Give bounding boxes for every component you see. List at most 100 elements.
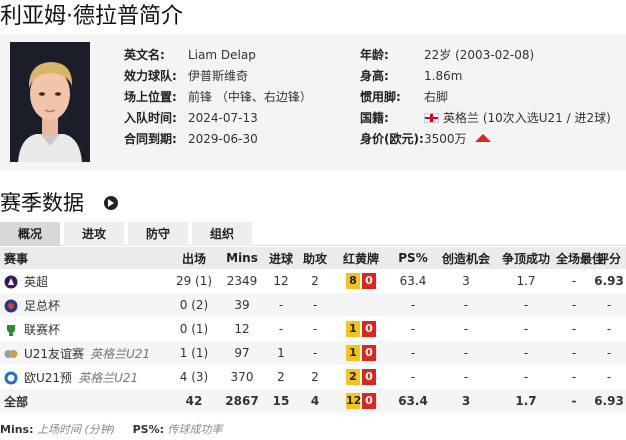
tab-defense[interactable]: 防守 <box>128 222 188 246</box>
aerial-cell: - <box>523 370 529 384</box>
motm-cell: - <box>556 293 592 317</box>
comp-cell: 英超 <box>0 269 168 293</box>
goals-cell: 12 <box>273 274 289 288</box>
ps-cell: 63.4 <box>390 389 436 413</box>
tab-attack[interactable]: 进攻 <box>64 222 124 246</box>
season-stats-table: 赛事 出场 Mins 进球 助攻 红黄牌 PS% 创造机会 争顶成功 全场最佳 … <box>0 247 626 413</box>
red-card-count: 0 <box>362 345 376 361</box>
goals-cell: - <box>264 293 298 317</box>
apps-cell: 0 (1) <box>179 322 209 336</box>
yellow-card-count: 1 <box>346 321 360 337</box>
rating-cell: - <box>592 341 626 365</box>
rating-cell: 6.93 <box>594 274 624 288</box>
col-header: 赛事 <box>0 247 168 269</box>
chances-cell: - <box>463 322 469 336</box>
apps-cell: 0 (2) <box>168 293 220 317</box>
field-contract-end: 合同到期: 2029-06-30 <box>124 132 258 146</box>
col-header: 争顶成功 <box>496 247 556 269</box>
cards-cell: 10 <box>332 317 390 341</box>
red-card-count: 0 <box>362 369 376 385</box>
chances-cell: 3 <box>462 274 470 288</box>
yellow-card-count: 12 <box>346 393 362 409</box>
table-row-total: 全部 42 2867 15 4 12 0 63.4 3 1.7-6.93 <box>0 389 626 413</box>
col-header: Mins <box>220 247 264 269</box>
apps-cell: 4 (3) <box>179 370 209 384</box>
comp-name[interactable]: 联赛杯 <box>24 323 60 337</box>
footnote: Mins: 上场时间 (分钟) PS%: 传球成功率 <box>0 423 223 436</box>
ps-cell: 63.4 <box>399 274 427 288</box>
rating-cell: - <box>606 370 612 384</box>
comp-cell: 联赛杯 <box>0 317 168 341</box>
team-link[interactable]: 伊普斯维奇 <box>188 67 248 85</box>
cards-cell: 10 <box>332 341 390 365</box>
goals-cell: - <box>278 322 284 336</box>
red-card-count: 0 <box>362 273 376 289</box>
red-card-count: 0 <box>362 321 376 337</box>
field-position: 场上位置: 前锋 （中锋、右边锋） <box>124 90 312 104</box>
motm-cell: - <box>556 389 592 413</box>
comp-name[interactable]: 足总杯 <box>24 299 60 313</box>
aerial-cell: - <box>496 293 556 317</box>
field-join-date: 入队时间: 2024-07-13 <box>124 111 258 125</box>
field-age: 年龄: 22岁 (2003-02-08) <box>360 48 535 62</box>
cards-cell: 12 0 <box>332 389 390 413</box>
comp-name: 全部 <box>4 394 29 409</box>
assists-cell: 2 <box>311 274 319 288</box>
comp-name[interactable]: U21友谊赛 <box>24 347 84 361</box>
field-height: 身高: 1.86m <box>360 69 463 83</box>
col-header: 进球 <box>264 247 298 269</box>
assists-cell: 4 <box>298 389 332 413</box>
apps-cell: 29 (1) <box>175 274 213 288</box>
col-header: PS% <box>390 247 436 269</box>
chances-cell: - <box>436 293 496 317</box>
comp-cell: 全部 <box>0 389 168 413</box>
goals-cell: 15 <box>264 389 298 413</box>
page-title: 利亚姆·德拉普简介 <box>0 4 183 29</box>
field-market-value: 身价(欧元): 3500万 <box>360 130 622 148</box>
assists-cell: - <box>298 293 332 317</box>
arrow-right-icon[interactable] <box>104 196 118 210</box>
motm-cell: - <box>571 322 577 336</box>
rating-cell: - <box>592 293 626 317</box>
chances-cell: - <box>463 370 469 384</box>
tab-overview[interactable]: 概况 <box>0 222 60 246</box>
assists-cell: - <box>312 322 318 336</box>
mins-cell: 97 <box>220 341 264 365</box>
aerial-cell: - <box>523 322 529 336</box>
tab-organize[interactable]: 组织 <box>192 222 252 246</box>
apps-cell: 42 <box>168 389 220 413</box>
comp-name[interactable]: 欧U21预 <box>24 371 72 385</box>
premier-league-icon <box>4 275 24 289</box>
comp-cell: 欧U21预 英格兰U21 <box>0 365 168 389</box>
ps-cell: - <box>410 322 416 336</box>
field-team: 效力球队: 伊普斯维奇 <box>124 67 249 85</box>
comp-name[interactable]: 英超 <box>24 275 48 289</box>
ps-cell: - <box>410 370 416 384</box>
col-header: 全场最佳 <box>556 247 604 269</box>
field-nationality: 国籍: 英格兰 (10次入选U21 / 进2球) <box>360 111 611 125</box>
motm-cell: - <box>571 370 577 384</box>
cards-cell: 80 <box>332 269 390 293</box>
profile-card: 英文名: Liam Delap 效力球队: 伊普斯维奇 场上位置: 前锋 （中锋… <box>0 34 626 170</box>
red-card-count: 0 <box>362 393 376 409</box>
mins-cell: 370 <box>230 370 254 384</box>
ps-cell: - <box>390 341 436 365</box>
table-row: 联赛杯 0 (1) 12- -1 0- - - - - <box>0 317 626 341</box>
england-flag-icon <box>424 113 439 123</box>
rating-cell: 6.93 <box>592 389 626 413</box>
table-row: 英超 29 (1) 2349 12 2 8 0 63.4 3 1.7 - 6.93 <box>0 269 626 293</box>
col-header: 创造机会 <box>436 247 496 269</box>
mins-cell: 12 <box>234 322 250 336</box>
player-photo <box>10 42 90 162</box>
motm-cell: - <box>556 341 592 365</box>
trend-up-icon <box>474 134 491 142</box>
euro-u21-icon <box>4 371 24 385</box>
chances-cell: 3 <box>436 389 496 413</box>
col-header: 助攻 <box>298 247 332 269</box>
yellow-card-count: 8 <box>346 273 360 289</box>
friendly-icon <box>4 347 24 361</box>
col-header: 红黄牌 <box>332 247 390 269</box>
field-foot: 惯用脚: 右脚 <box>360 90 449 104</box>
goals-cell: 1 <box>264 341 298 365</box>
field-english-name: 英文名: Liam Delap <box>124 48 256 62</box>
